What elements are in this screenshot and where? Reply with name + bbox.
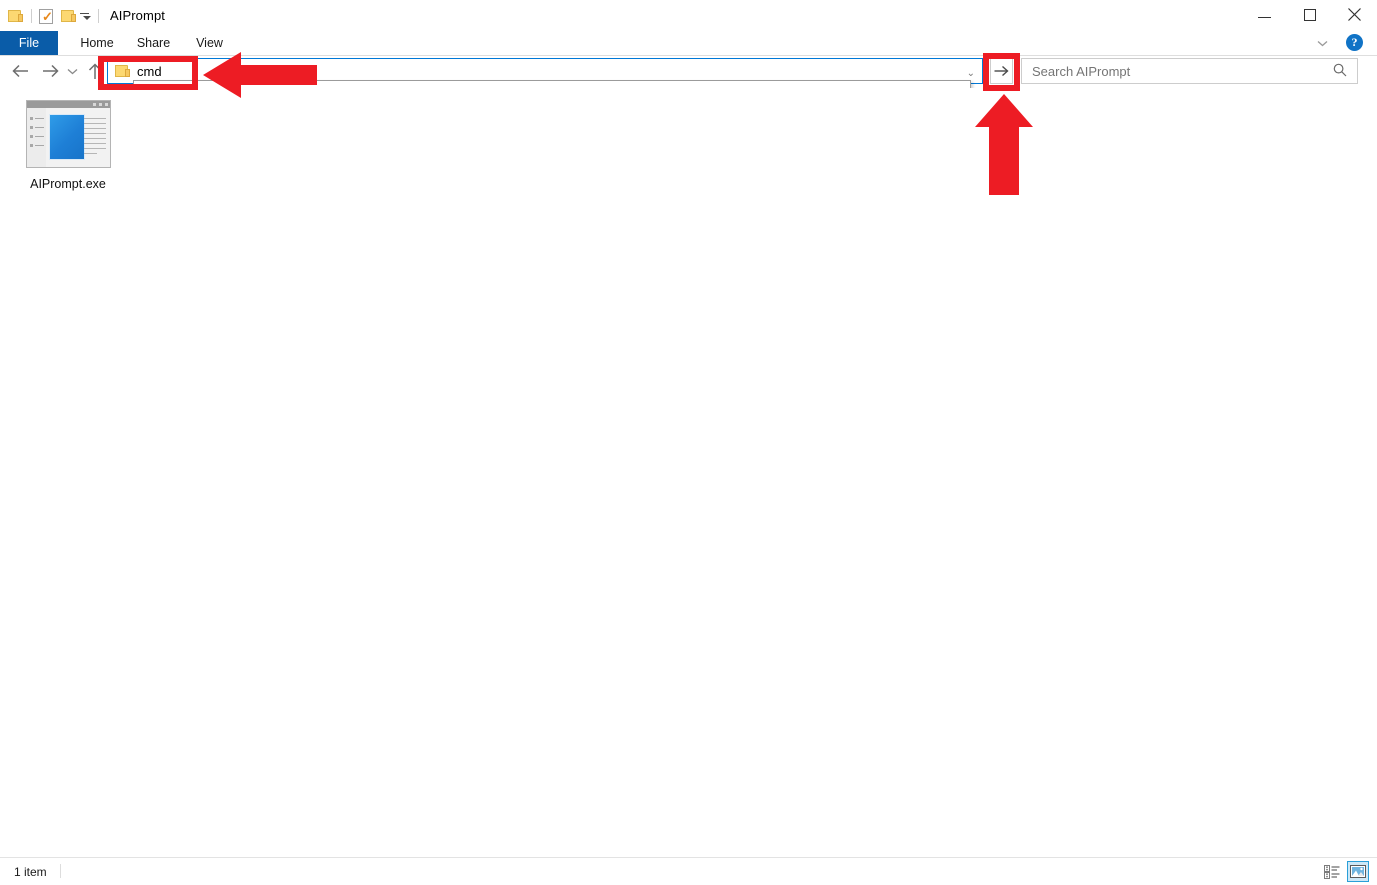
arrow-left-icon — [11, 64, 28, 78]
status-bar: 1 item — [0, 857, 1377, 885]
search-box[interactable] — [1021, 58, 1358, 84]
recent-locations-button[interactable] — [64, 56, 80, 86]
details-view-icon — [1324, 864, 1340, 879]
address-dropdown-icon[interactable]: ⌄ — [967, 68, 975, 79]
go-arrow-icon — [994, 65, 1009, 77]
search-icon[interactable] — [1333, 63, 1347, 80]
qat-separator-1 — [31, 9, 32, 23]
help-button[interactable]: ? — [1346, 34, 1363, 51]
tab-home[interactable]: Home — [68, 31, 126, 55]
go-button[interactable] — [990, 58, 1013, 84]
ribbon-tab-bar: File Home Share View ? — [0, 31, 1377, 56]
new-folder-icon[interactable] — [61, 9, 77, 23]
window-title: AIPrompt — [110, 8, 165, 23]
view-buttons — [1321, 861, 1369, 882]
tab-file[interactable]: File — [0, 31, 58, 55]
item-count-label: 1 item — [14, 865, 47, 879]
file-list-area[interactable]: AIPrompt.exe — [0, 88, 1377, 858]
application-window-icon — [25, 100, 111, 168]
customize-dropdown-icon[interactable] — [77, 8, 91, 24]
large-icons-view-button[interactable] — [1347, 861, 1369, 882]
window-controls — [1242, 0, 1377, 29]
quick-access-toolbar: ✓ — [8, 5, 106, 27]
qat-separator-2 — [98, 9, 99, 23]
minimize-button[interactable] — [1242, 0, 1287, 29]
maximize-icon — [1303, 8, 1316, 21]
list-item[interactable]: AIPrompt.exe — [13, 100, 123, 191]
maximize-button[interactable] — [1287, 0, 1332, 29]
address-folder-icon — [115, 64, 131, 78]
arrow-up-icon — [88, 62, 102, 79]
arrow-right-icon — [42, 64, 59, 78]
close-icon — [1348, 8, 1361, 21]
chevron-down-icon — [67, 68, 77, 74]
up-button[interactable] — [84, 56, 106, 86]
close-button[interactable] — [1332, 0, 1377, 29]
address-input[interactable]: cmd — [137, 64, 982, 79]
checkmark-glyph: ✓ — [42, 8, 53, 24]
chevron-down-icon — [1317, 40, 1327, 46]
forward-button[interactable] — [38, 56, 62, 86]
status-separator — [60, 864, 61, 878]
tab-share[interactable]: Share — [122, 31, 185, 55]
properties-icon[interactable]: ✓ — [39, 8, 53, 24]
folder-icon[interactable] — [8, 9, 24, 23]
file-name-label: AIPrompt.exe — [30, 177, 106, 191]
back-button[interactable] — [8, 56, 32, 86]
title-bar: ✓ AIPrompt — [0, 0, 1377, 31]
large-icons-view-icon — [1350, 865, 1366, 878]
details-view-button[interactable] — [1321, 861, 1343, 882]
tab-view[interactable]: View — [181, 31, 238, 55]
search-input[interactable] — [1030, 62, 1333, 80]
ribbon-collapse-button[interactable] — [1313, 35, 1331, 51]
minimize-icon — [1258, 17, 1271, 18]
